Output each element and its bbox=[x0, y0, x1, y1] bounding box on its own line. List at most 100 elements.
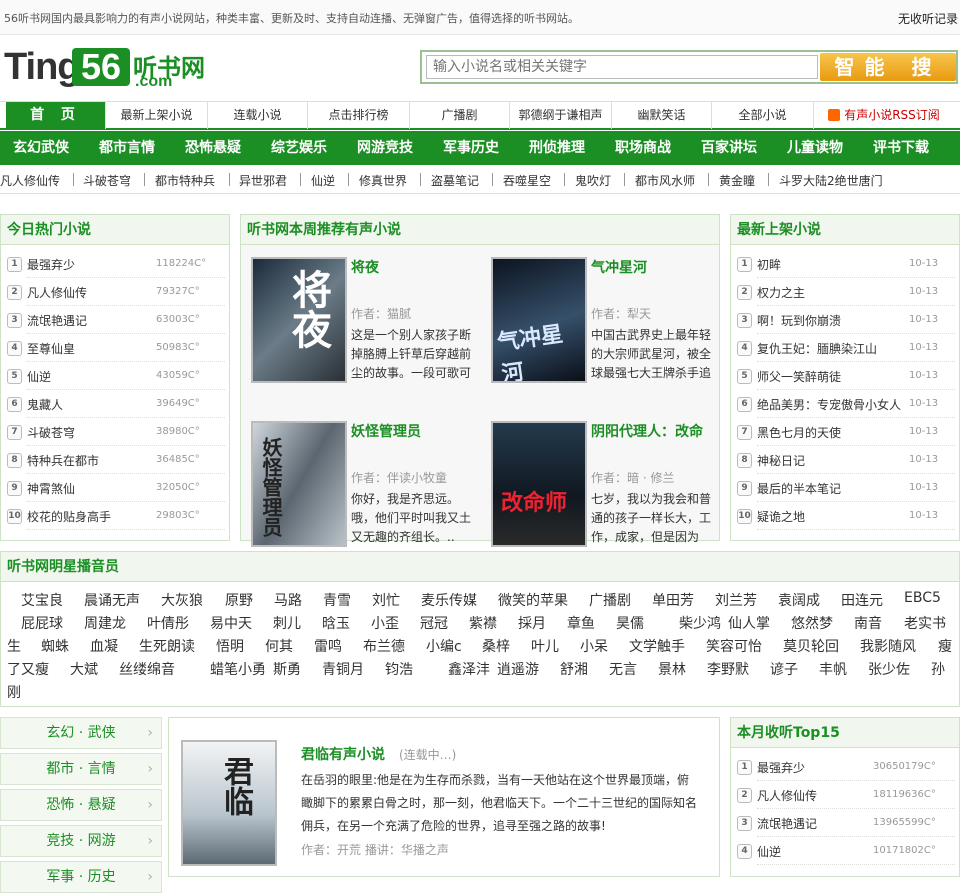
history-link[interactable]: 无收听记录 bbox=[898, 10, 958, 27]
rank-title[interactable]: 黑色七月的天使 bbox=[757, 424, 841, 441]
tag-link[interactable]: 盗墓笔记 bbox=[431, 172, 479, 189]
narrator-link[interactable]: 斯勇 bbox=[273, 659, 301, 679]
rank-item[interactable]: 1 最强弃少 30650179C° bbox=[731, 753, 959, 781]
book-title[interactable]: 妖怪管理员 bbox=[351, 421, 421, 441]
genre-link[interactable]: 恐怖 · 悬疑 › bbox=[0, 789, 162, 821]
rank-item[interactable]: 10 校花的贴身高手 29803C° bbox=[1, 502, 229, 530]
tag-link[interactable]: 都市风水师 bbox=[635, 172, 695, 189]
rank-title[interactable]: 最强弃少 bbox=[757, 759, 805, 776]
cat-wangyou[interactable]: 网游竞技 bbox=[357, 131, 413, 165]
narrator-link[interactable]: 刘忙 bbox=[372, 590, 400, 610]
narrator-link[interactable]: 刺儿 bbox=[273, 613, 301, 633]
narrator-link[interactable]: 晨诵无声 bbox=[84, 590, 140, 610]
narrator-link[interactable]: 何其 bbox=[265, 636, 293, 656]
narrator-link[interactable]: 青铜月 bbox=[322, 659, 364, 679]
narrator-link[interactable]: 孙 bbox=[931, 659, 945, 679]
narrator-link[interactable]: 布兰德 bbox=[363, 636, 405, 656]
tag-link[interactable]: 都市特种兵 bbox=[155, 172, 215, 189]
search-input[interactable] bbox=[426, 55, 818, 79]
rank-title[interactable]: 疑诡之地 bbox=[757, 508, 805, 525]
book-title[interactable]: 君临有声小说 bbox=[301, 744, 385, 764]
rank-item[interactable]: 4 仙逆 10171802C° bbox=[731, 837, 959, 865]
rank-item[interactable]: 4 复仇王妃：腼腆染江山 10-13 bbox=[731, 334, 959, 362]
rank-title[interactable]: 流氓艳遇记 bbox=[27, 312, 87, 329]
narrator-link[interactable]: 钧浩 bbox=[385, 659, 413, 679]
narrator-link[interactable]: 蜘蛛 bbox=[41, 636, 69, 656]
book-title[interactable]: 气冲星河 bbox=[591, 257, 647, 277]
nav-radio-drama[interactable]: 广播剧 bbox=[410, 102, 510, 129]
narrator-link[interactable]: 冠冠 bbox=[420, 613, 448, 633]
narrator-link[interactable]: 昊儒 bbox=[616, 613, 644, 633]
rank-item[interactable]: 6 绝品美男：专宠傲骨小女人 10-13 bbox=[731, 390, 959, 418]
narrator-link[interactable]: 舒湘 bbox=[560, 659, 588, 679]
rank-item[interactable]: 7 斗破苍穹 38980C° bbox=[1, 418, 229, 446]
rank-item[interactable]: 5 师父一笑醉萌徒 10-13 bbox=[731, 362, 959, 390]
rank-item[interactable]: 8 神秘日记 10-13 bbox=[731, 446, 959, 474]
narrator-link[interactable]: 了又瘦 bbox=[7, 659, 49, 679]
narrator-link[interactable]: 採月 bbox=[518, 613, 546, 633]
narrator-link[interactable]: 柴少鸿 bbox=[679, 613, 721, 633]
narrator-link[interactable]: 青雪 bbox=[323, 590, 351, 610]
book-cover[interactable]: 改命师 bbox=[491, 421, 587, 547]
book-cover[interactable]: 气冲星河 bbox=[491, 257, 587, 383]
rank-item[interactable]: 9 神霄煞仙 32050C° bbox=[1, 474, 229, 502]
tag-link[interactable]: 鬼吹灯 bbox=[575, 172, 611, 189]
narrator-link[interactable]: 景林 bbox=[658, 659, 686, 679]
narrator-link[interactable]: 大斌 bbox=[70, 659, 98, 679]
narrator-link[interactable]: EBC5 bbox=[904, 590, 941, 606]
rank-title[interactable]: 凡人修仙传 bbox=[757, 787, 817, 804]
rank-item[interactable]: 3 流氓艳遇记 63003C° bbox=[1, 306, 229, 334]
narrator-link[interactable]: 刘兰芳 bbox=[715, 590, 757, 610]
nav-jokes[interactable]: 幽默笑话 bbox=[612, 102, 712, 129]
cat-dushi[interactable]: 都市言情 bbox=[99, 131, 155, 165]
narrator-link[interactable]: 艾宝良 bbox=[21, 590, 63, 610]
rank-title[interactable]: 特种兵在都市 bbox=[27, 452, 99, 469]
tag-link[interactable]: 斗破苍穹 bbox=[83, 172, 131, 189]
narrator-link[interactable]: 叶倩彤 bbox=[147, 613, 189, 633]
narrator-link[interactable]: 蜡笔小勇 bbox=[210, 659, 266, 679]
search-button[interactable]: 智能 搜索 bbox=[820, 53, 956, 107]
site-logo[interactable]: Ting 56 听书网 .com bbox=[4, 44, 214, 92]
book-card[interactable]: 气冲星河 气冲星河 作者：犁天 中国古武界史上最年轻的大宗师武星河，被全球最强七… bbox=[481, 257, 719, 387]
genre-link[interactable]: 都市 · 言情 › bbox=[0, 753, 162, 785]
book-cover[interactable]: 将夜 bbox=[251, 257, 347, 383]
book-card[interactable]: 改命师 阴阳代理人：改命 作者：暗 · 修兰 七岁，我以为我会和普通的孩子一样长… bbox=[481, 421, 719, 551]
rank-item[interactable]: 8 特种兵在都市 36485C° bbox=[1, 446, 229, 474]
rank-title[interactable]: 鬼藏人 bbox=[27, 396, 63, 413]
tag-link[interactable]: 仙逆 bbox=[311, 172, 335, 189]
nav-rss[interactable]: 有声小说RSS订阅 bbox=[814, 102, 954, 129]
book-cover[interactable]: 君临 bbox=[181, 740, 277, 866]
rank-title[interactable]: 神霄煞仙 bbox=[27, 480, 75, 497]
narrator-link[interactable]: 刚 bbox=[7, 682, 21, 702]
narrator-link[interactable]: 笑容可怡 bbox=[706, 636, 762, 656]
nav-serial[interactable]: 连载小说 bbox=[208, 102, 308, 129]
rank-title[interactable]: 流氓艳遇记 bbox=[757, 815, 817, 832]
nav-rank[interactable]: 点击排行榜 bbox=[308, 102, 410, 129]
nav-home[interactable]: 首 页 bbox=[6, 102, 106, 129]
rank-item[interactable]: 9 最后的半本笔记 10-13 bbox=[731, 474, 959, 502]
cat-kongbu[interactable]: 恐怖悬疑 bbox=[185, 131, 241, 165]
narrator-link[interactable]: 单田芳 bbox=[652, 590, 694, 610]
narrator-link[interactable]: 谚子 bbox=[770, 659, 798, 679]
rank-item[interactable]: 3 流氓艳遇记 13965599C° bbox=[731, 809, 959, 837]
rank-item[interactable]: 2 凡人修仙传 79327C° bbox=[1, 278, 229, 306]
rank-title[interactable]: 最后的半本笔记 bbox=[757, 480, 841, 497]
nav-crosstalk[interactable]: 郭德纲于谦相声 bbox=[510, 102, 612, 129]
narrator-link[interactable]: 周建龙 bbox=[84, 613, 126, 633]
rank-item[interactable]: 5 仙逆 43059C° bbox=[1, 362, 229, 390]
book-title[interactable]: 将夜 bbox=[351, 257, 379, 277]
narrator-link[interactable]: 张少佐 bbox=[868, 659, 910, 679]
narrator-link[interactable]: 雷鸣 bbox=[314, 636, 342, 656]
rank-title[interactable]: 斗破苍穹 bbox=[27, 424, 75, 441]
narrator-link[interactable]: 老实书 bbox=[904, 613, 946, 633]
tag-link[interactable]: 黄金瞳 bbox=[719, 172, 755, 189]
rank-title[interactable]: 绝品美男：专宠傲骨小女人 bbox=[757, 396, 901, 413]
tag-link[interactable]: 修真世界 bbox=[359, 172, 407, 189]
narrator-link[interactable]: 原野 bbox=[225, 590, 253, 610]
tag-link[interactable]: 斗罗大陆2绝世唐门 bbox=[779, 172, 883, 189]
narrator-link[interactable]: 我影随风 bbox=[860, 636, 916, 656]
narrator-link[interactable]: 小歪 bbox=[371, 613, 399, 633]
tag-link[interactable]: 吞噬星空 bbox=[503, 172, 551, 189]
rank-title[interactable]: 至尊仙皇 bbox=[27, 340, 75, 357]
genre-link[interactable]: 军事 · 历史 › bbox=[0, 861, 162, 893]
